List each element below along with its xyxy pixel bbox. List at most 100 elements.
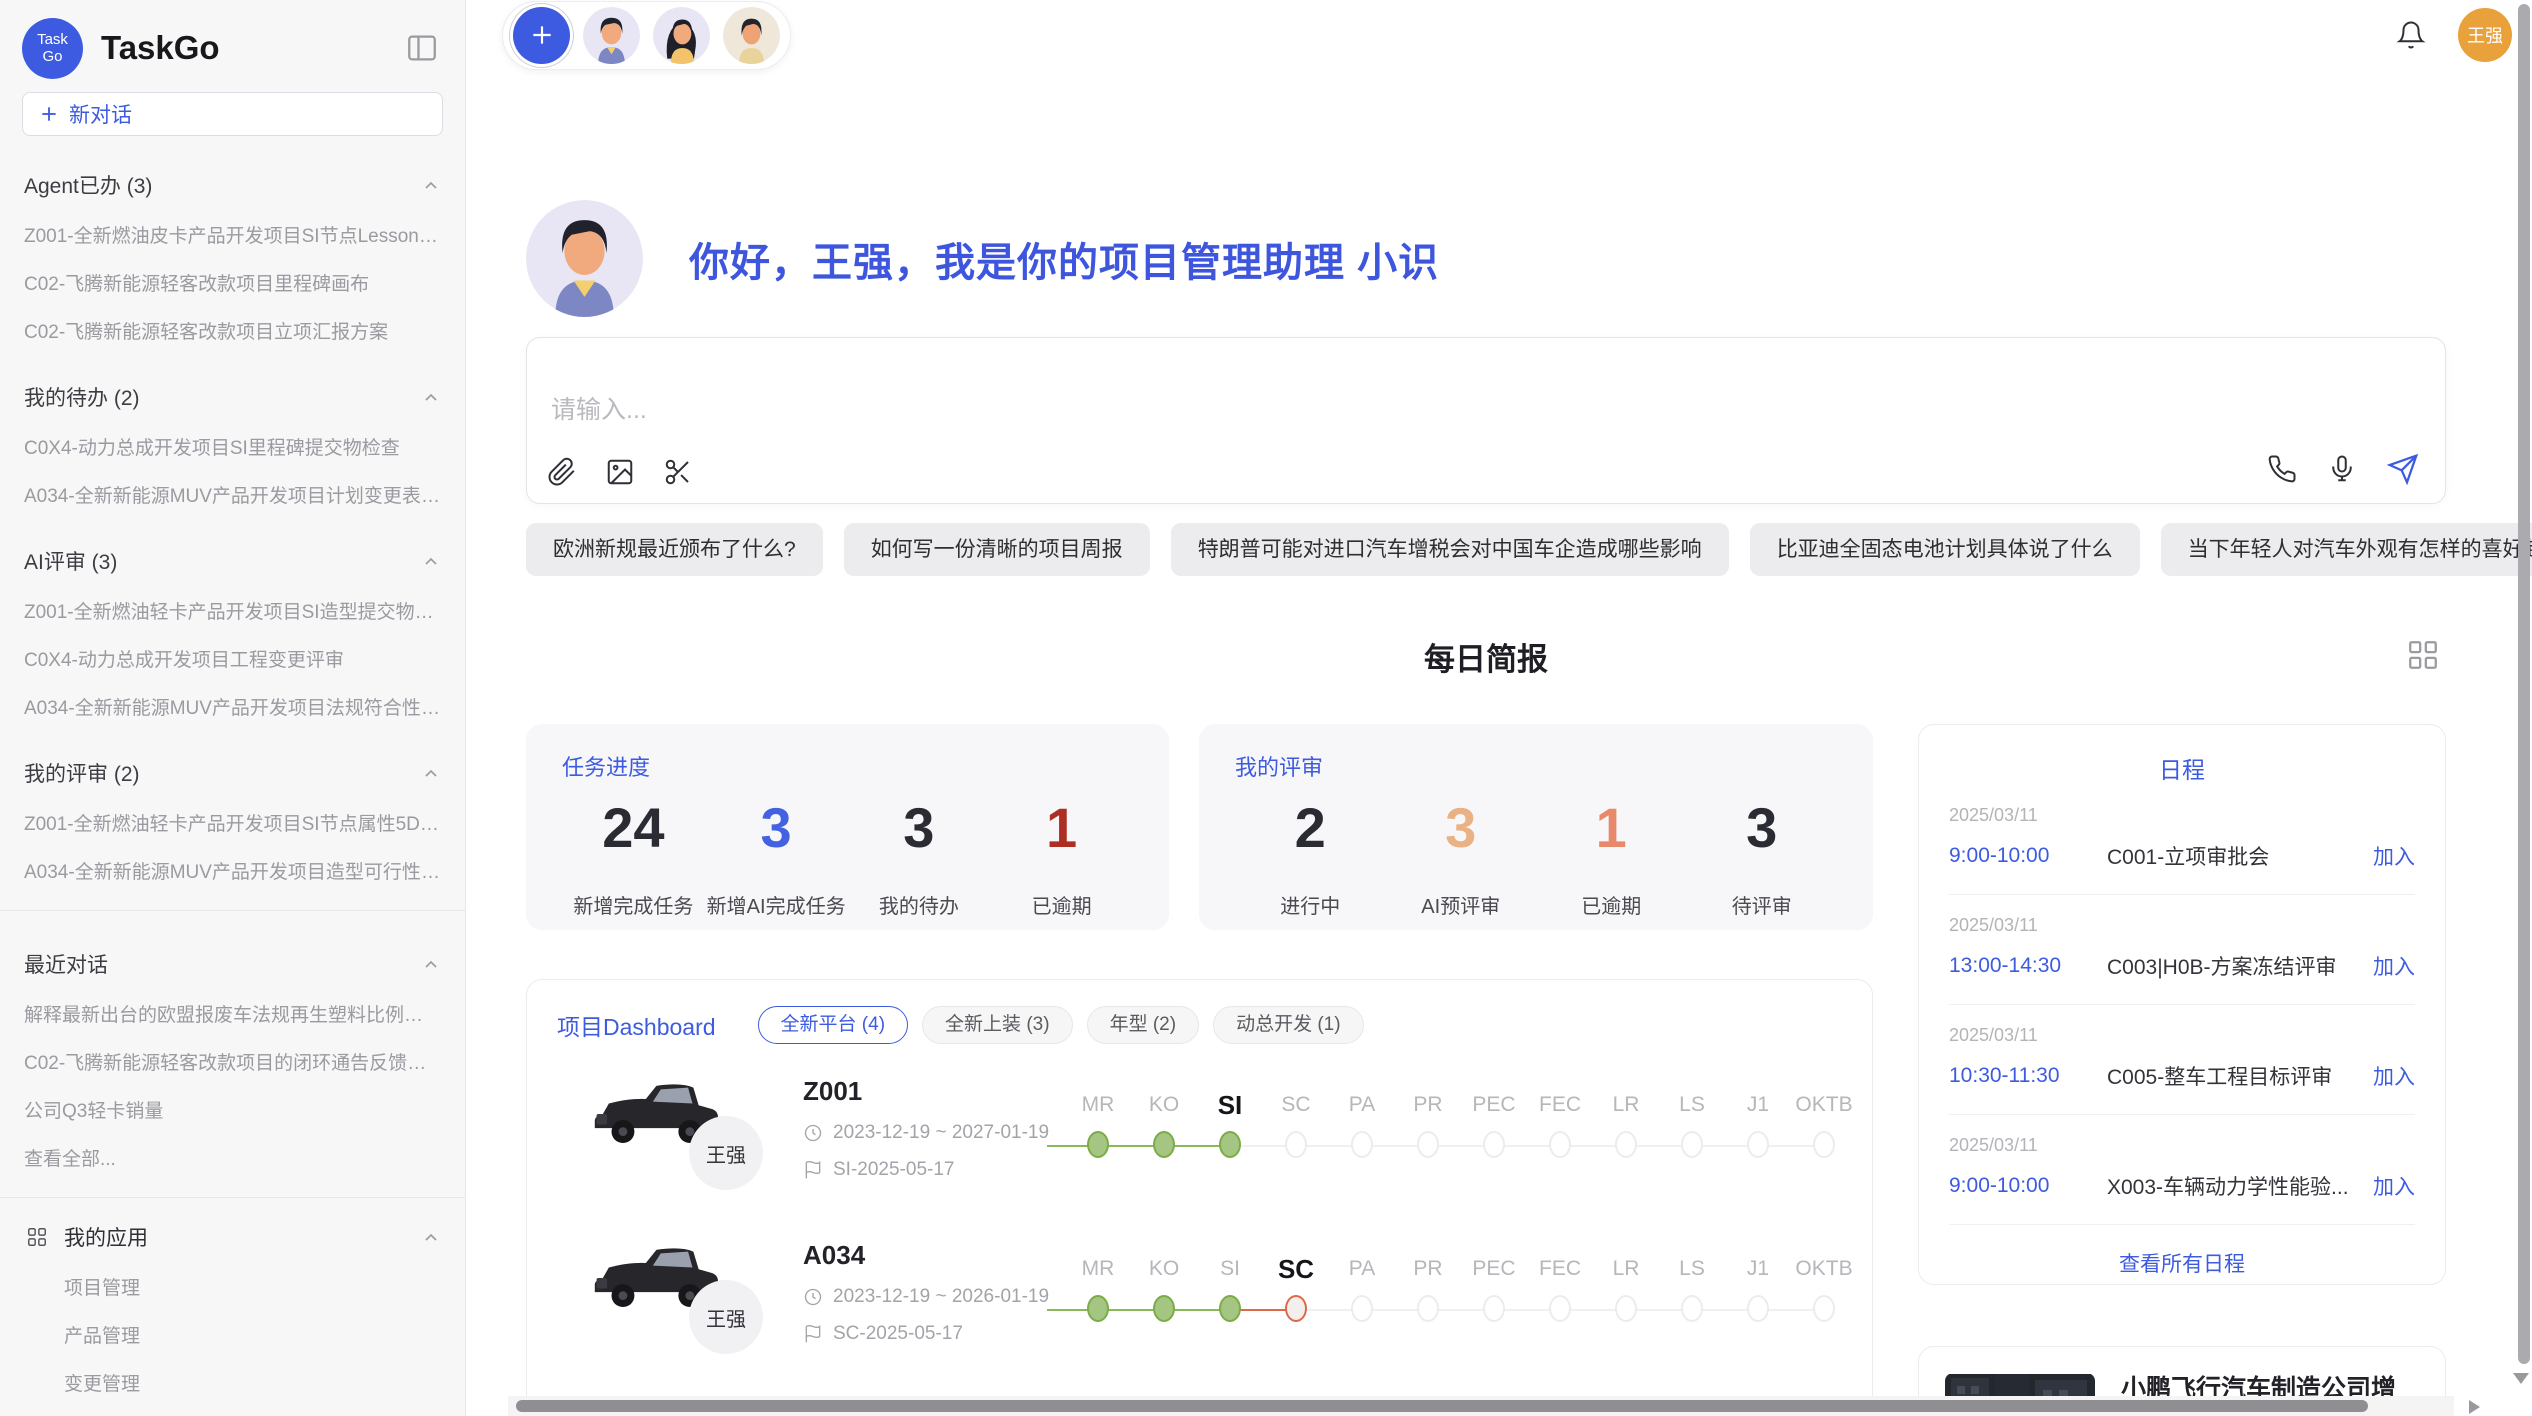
section-header-recent-chats[interactable]: 最近对话 (24, 949, 441, 979)
chat-input[interactable] (551, 390, 2051, 438)
sidebar-item[interactable]: Z001-全新燃油皮卡产品开发项目SI节点Lesson Learn报告 (24, 221, 441, 248)
section-title: AI评审 (3) (24, 546, 117, 576)
agent-avatar-1[interactable] (583, 7, 640, 64)
schedule-item: 2025/03/11 9:00-10:00 C001-立项审批会 加入 (1949, 785, 2415, 895)
microphone-button[interactable] (2327, 454, 2357, 484)
voice-call-button[interactable] (2267, 454, 2297, 484)
project-row[interactable]: 王强 Z001 2023-12- (557, 1070, 1842, 1220)
dashboard-header: 项目Dashboard 全新平台 (4) 全新上装 (3) 年型 (2) 动总开… (557, 1006, 1842, 1044)
plus-icon (529, 22, 555, 48)
project-row[interactable]: 王强 A034 2023-12- (557, 1234, 1842, 1384)
join-meeting-button[interactable]: 加入 (2373, 951, 2415, 981)
stat-label: 新增AI完成任务 (705, 890, 848, 919)
filter-model-year[interactable]: 年型 (2) (1087, 1006, 1200, 1044)
milestone-dot-pending (1483, 1131, 1505, 1158)
milestone-label: SC (1263, 1086, 1329, 1124)
schedule-item: 2025/03/11 13:00-14:30 C003|H0B-方案冻结评审 加… (1949, 895, 2415, 1005)
hero: 你好，王强，我是你的项目管理助理 小识 (526, 200, 2446, 317)
sidebar-item[interactable]: Z001-全新燃油轻卡产品开发项目SI节点属性5D文件评审 (24, 809, 441, 836)
layout-grid-icon[interactable] (2406, 638, 2440, 672)
milestone-dot-pending (1417, 1295, 1439, 1322)
sidebar-item[interactable]: C0X4-动力总成开发项目工程变更评审 (24, 645, 441, 672)
stat-label: 我的待办 (848, 890, 991, 919)
send-button[interactable] (2387, 453, 2419, 485)
vertical-scrollbar-thumb[interactable] (2518, 4, 2530, 1364)
scroll-down-arrow[interactable] (2513, 1373, 2529, 1384)
scroll-right-arrow[interactable] (2469, 1400, 2480, 1414)
sidebar-item[interactable]: A034-全新新能源MUV产品开发项目法规符合性评审 (24, 693, 441, 720)
image-upload-button[interactable] (605, 457, 635, 487)
filter-new-platform[interactable]: 全新平台 (4) (758, 1006, 909, 1044)
schedule-date: 2025/03/11 (1949, 1025, 2415, 1046)
section-header-my-review[interactable]: 我的评审 (2) (24, 758, 441, 788)
sidebar-item-my-apps[interactable]: 我的应用 (24, 1222, 441, 1252)
project-dashboard-card: 项目Dashboard 全新平台 (4) 全新上装 (3) 年型 (2) 动总开… (526, 979, 1873, 1416)
agent-avatar-2[interactable] (653, 7, 710, 64)
recent-chat-item[interactable]: 解释最新出台的欧盟报废车法规再生塑料比例被调至15%... (24, 1000, 441, 1027)
horizontal-scrollbar (508, 1396, 2454, 1416)
suggestion-chip[interactable]: 比亚迪全固态电池计划具体说了什么 (1750, 523, 2140, 576)
filter-powertrain[interactable]: 动总开发 (1) (1213, 1006, 1364, 1044)
milestone-dot-pending (1549, 1131, 1571, 1158)
filter-new-body[interactable]: 全新上装 (3) (922, 1006, 1073, 1044)
milestone-label: PR (1395, 1086, 1461, 1124)
schedule-title: 日程 (1949, 751, 2415, 785)
suggestion-chip[interactable]: 当下年轻人对汽车外观有怎样的喜好趋势 (2161, 523, 2532, 576)
clock-icon (803, 1123, 823, 1143)
milestone-dot-done (1219, 1131, 1241, 1158)
section-header-ai-review[interactable]: AI评审 (3) (24, 546, 441, 576)
briefing-title: 每日简报 (1424, 642, 1548, 677)
sidebar-collapse-button[interactable] (401, 27, 443, 69)
add-agent-button[interactable] (513, 7, 570, 64)
agent-avatar-3[interactable] (723, 7, 780, 64)
attachment-button[interactable] (547, 457, 577, 487)
recent-chat-item[interactable]: 公司Q3轻卡销量 (24, 1096, 441, 1123)
suggestion-chips: 欧洲新规最近颁布了什么? 如何写一份清晰的项目周报 特朗普可能对进口汽车增税会对… (526, 523, 2446, 576)
project-code: A034 (803, 1240, 1065, 1271)
apps-list: 项目管理 产品管理 变更管理 查看全部... (24, 1273, 441, 1416)
join-meeting-button[interactable]: 加入 (2373, 1171, 2415, 1201)
notification-bell-icon[interactable] (2396, 20, 2426, 50)
new-chat-button[interactable]: 新对话 (22, 92, 443, 136)
schedule-time: 10:30-11:30 (1949, 1064, 2107, 1088)
dashboard-title: 项目Dashboard (557, 1008, 716, 1042)
sidebar-item[interactable]: C0X4-动力总成开发项目SI里程碑提交物检查 (24, 433, 441, 460)
sidebar-item[interactable]: C02-飞腾新能源轻客改款项目里程碑画布 (24, 269, 441, 296)
join-meeting-button[interactable]: 加入 (2373, 841, 2415, 871)
suggestion-chip[interactable]: 特朗普可能对进口汽车增税会对中国车企造成哪些影响 (1171, 523, 1729, 576)
app-item-product-mgmt[interactable]: 产品管理 (24, 1321, 441, 1348)
suggestion-chip[interactable]: 欧洲新规最近颁布了什么? (526, 523, 823, 576)
section-header-agent-done[interactable]: Agent已办 (3) (24, 170, 441, 200)
chevron-up-icon (421, 1227, 441, 1247)
sidebar-item[interactable]: A034-全新新能源MUV产品开发项目计划变更表编写 (24, 481, 441, 508)
milestone-timeline: MR KO SI SC PA PR PEC FEC LR LS (1065, 1234, 1857, 1384)
stat-overdue: 1 已逾期 (990, 796, 1133, 919)
user-avatar[interactable]: 王强 (2458, 8, 2512, 62)
stat-value: 1 (1536, 796, 1687, 860)
scissors-icon (663, 457, 693, 487)
logo-text-top: Task (37, 31, 68, 48)
section-header-my-todo[interactable]: 我的待办 (2) (24, 382, 441, 412)
sidebar-header: Task Go TaskGo (0, 16, 465, 80)
paperclip-icon (547, 457, 577, 487)
suggestion-chip[interactable]: 如何写一份清晰的项目周报 (844, 523, 1150, 576)
view-all-schedule-link[interactable]: 查看所有日程 (1949, 1225, 2415, 1301)
greeting-title: 你好，王强，我是你的项目管理助理 小识 (689, 230, 1439, 288)
schedule-event-title: C005-整车工程目标评审 (2107, 1061, 2373, 1091)
sidebar-item[interactable]: C02-飞腾新能源轻客改款项目立项汇报方案 (24, 317, 441, 344)
view-all-chats-link[interactable]: 查看全部... (24, 1144, 441, 1171)
horizontal-scrollbar-thumb[interactable] (516, 1400, 2368, 1412)
stat-value: 3 (848, 796, 991, 860)
milestone-label: PA (1329, 1086, 1395, 1124)
project-milestone-date: SC-2025-05-17 (833, 1323, 963, 1345)
join-meeting-button[interactable]: 加入 (2373, 1061, 2415, 1091)
milestone-dot-pending (1681, 1131, 1703, 1158)
right-column: 日程 2025/03/11 9:00-10:00 C001-立项审批会 加入 2… (1918, 724, 2446, 1416)
sidebar-item[interactable]: Z001-全新燃油轻卡产品开发项目SI造型提交物评审 (24, 597, 441, 624)
app-item-change-mgmt[interactable]: 变更管理 (24, 1369, 441, 1396)
screenshot-button[interactable] (663, 457, 693, 487)
recent-chat-item[interactable]: C02-飞腾新能源轻客改款项目的闭环通告反馈情况 (24, 1048, 441, 1075)
sidebar-item[interactable]: A034-全新新能源MUV产品开发项目造型可行性评审 (24, 857, 441, 884)
app-item-project-mgmt[interactable]: 项目管理 (24, 1273, 441, 1300)
schedule-event-title: C001-立项审批会 (2107, 841, 2373, 871)
